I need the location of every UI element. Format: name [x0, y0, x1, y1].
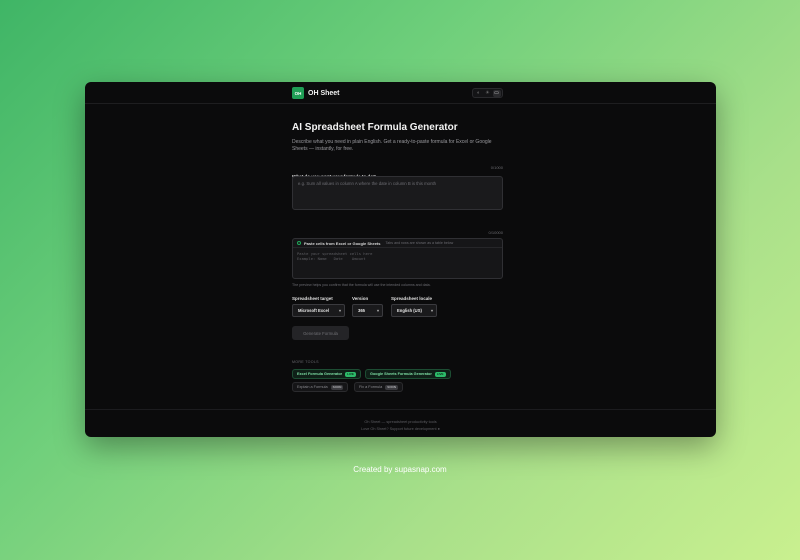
chevron-down-icon: ▾: [376, 308, 379, 313]
footer-support-link[interactable]: Love Oh Sheet? Support future developmen…: [85, 427, 716, 431]
locale-value: English (US): [397, 308, 422, 313]
soon-badge: SOON: [385, 384, 399, 390]
theme-switcher: ◐ ☀ ▭: [472, 88, 503, 98]
sun-icon[interactable]: ☀: [484, 90, 492, 97]
coffee-icon: ●: [437, 427, 440, 431]
system-icon[interactable]: ◐: [475, 90, 483, 97]
locale-select[interactable]: English (US) ▾: [391, 304, 437, 317]
context-counter: 0/10000: [488, 230, 503, 235]
version-value: 365: [358, 308, 365, 313]
context-textarea[interactable]: Paste your spreadsheet cells here Exampl…: [293, 248, 502, 264]
version-label: Version: [352, 296, 369, 301]
tool-explain-formula[interactable]: Explain a Formula SOON: [292, 382, 349, 392]
context-input[interactable]: Paste cells from Excel or Google Sheets …: [292, 238, 503, 279]
logo-badge: OH: [292, 87, 304, 99]
prompt-placeholder: e.g. Sum all values in column A where th…: [298, 181, 437, 186]
target-value: Microsoft Excel: [298, 308, 329, 313]
paste-hint: Tabs and rows are shown as a table below: [385, 241, 454, 245]
chevron-down-icon: ▾: [430, 308, 433, 313]
tool-excel-generator[interactable]: Excel Formula Generator LIVE: [292, 369, 361, 379]
prompt-counter: 0/1000: [490, 165, 503, 170]
app-window: OH OH Sheet ◐ ☀ ▭ AI Spreadsheet Formula…: [85, 82, 716, 437]
app-name: OH Sheet: [308, 89, 340, 97]
target-label: Spreadsheet target: [292, 296, 333, 301]
context-help: The preview helps you confirm that the f…: [292, 283, 431, 287]
top-nav: OH OH Sheet ◐ ☀ ▭: [85, 82, 716, 104]
tool-label: Excel Formula Generator: [297, 372, 343, 376]
paste-banner: Paste cells from Excel or Google Sheets …: [293, 239, 502, 248]
tool-label: Explain a Formula: [297, 385, 328, 389]
footer: Oh Sheet — spreadsheet productivity tool…: [85, 409, 716, 437]
generate-button[interactable]: Generate Formula: [292, 326, 349, 340]
footer-support-text: Love Oh Sheet? Support future developmen…: [361, 427, 437, 431]
context-placeholder-line2: Example: Name Date Amount: [297, 256, 366, 261]
page-header: AI Spreadsheet Formula Generator Describ…: [292, 122, 503, 153]
page-title: AI Spreadsheet Formula Generator: [292, 122, 458, 133]
monitor-icon[interactable]: ▭: [492, 89, 501, 97]
tool-label: Google Sheets Formula Generator: [370, 372, 432, 376]
tool-sheets-generator[interactable]: Google Sheets Formula Generator LIVE: [365, 369, 451, 379]
tool-fix-formula[interactable]: Fix a Formula SOON: [354, 382, 404, 392]
tool-label: Fix a Formula: [359, 385, 383, 389]
logo[interactable]: OH OH Sheet: [292, 87, 340, 99]
paste-icon: [297, 241, 301, 245]
page-subtitle: Describe what you need in plain English.…: [292, 139, 492, 152]
prompt-textarea[interactable]: e.g. Sum all values in column A where th…: [292, 176, 503, 210]
live-badge: LIVE: [345, 371, 356, 377]
footer-tagline: Oh Sheet — spreadsheet productivity tool…: [364, 420, 437, 424]
version-select[interactable]: 365 ▾: [352, 304, 383, 317]
locale-label: Spreadsheet locale: [391, 296, 433, 301]
chevron-down-icon: ▾: [338, 308, 341, 313]
live-badge: LIVE: [434, 371, 446, 377]
soon-badge: SOON: [330, 384, 344, 390]
paste-title: Paste cells from Excel or Google Sheets: [304, 240, 381, 246]
target-select[interactable]: Microsoft Excel ▾: [292, 304, 345, 317]
more-tools-label: MORE TOOLS: [292, 360, 319, 364]
credit-text: Created by supasnap.com: [353, 465, 447, 474]
